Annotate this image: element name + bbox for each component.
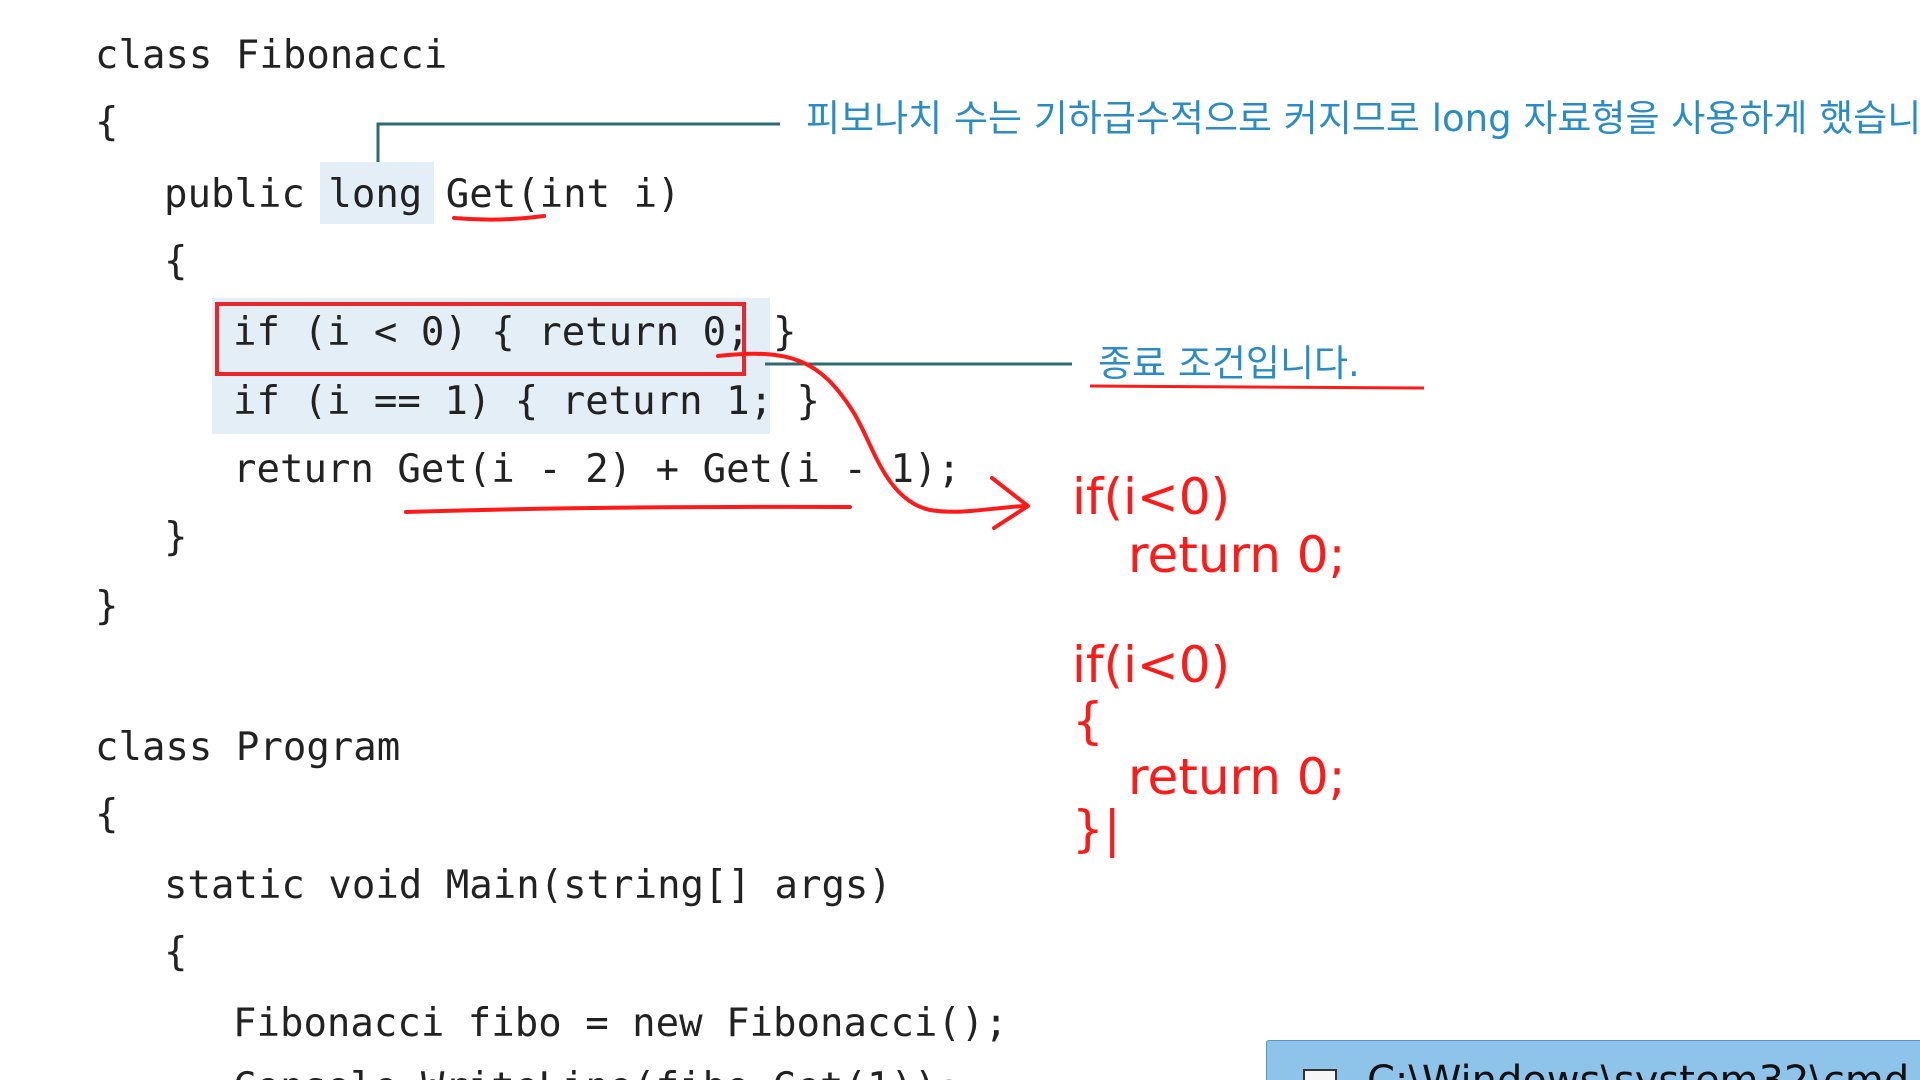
annotation-overlay <box>376 122 1425 530</box>
screenshot-canvas: class Fibonacci { public long Get(int i)… <box>0 0 1920 1080</box>
cmd-taskbar-window[interactable]: C:\Windows\system32\cmd.exe <box>1266 1040 1920 1080</box>
get-underline <box>452 214 546 222</box>
arrow-head-icon <box>990 476 1030 530</box>
handwritten-close-brace: }| <box>1072 800 1121 858</box>
console-window-icon <box>1303 1069 1337 1080</box>
termination-underline <box>1089 384 1425 390</box>
handwritten-if-2: if(i<0) <box>1072 636 1231 694</box>
handwritten-return-2: return 0; <box>1128 748 1346 806</box>
conversion-arrow <box>716 351 1026 514</box>
handwritten-open-brace: { <box>1072 692 1104 750</box>
handwritten-return-1: return 0; <box>1128 526 1346 584</box>
cmd-window-title: C:\Windows\system32\cmd.exe <box>1367 1061 1920 1080</box>
recursion-underline <box>404 504 852 514</box>
long-leader-line <box>376 122 780 162</box>
handwritten-if-1: if(i<0) <box>1072 468 1231 526</box>
